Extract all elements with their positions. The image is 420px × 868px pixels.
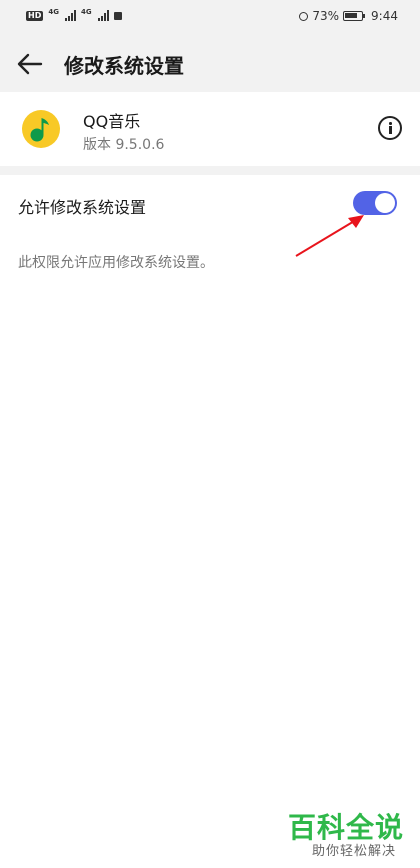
signal-2-label: 4G [80, 7, 92, 16]
arrow-left-icon [17, 53, 43, 75]
notification-icon [113, 11, 122, 20]
red-arrow-annotation-icon [295, 215, 364, 257]
info-icon[interactable] [378, 116, 402, 140]
status-left: HD 4G 4G [26, 7, 122, 21]
battery-icon [343, 11, 366, 21]
alarm-icon [299, 11, 309, 21]
signal-2-icon [97, 10, 109, 21]
setting-label: 允许修改系统设置 [18, 198, 147, 217]
signal-1-icon [64, 10, 76, 21]
section-divider [0, 166, 420, 175]
app-bar: 修改系统设置 [0, 34, 420, 92]
toggle-knob [375, 193, 395, 213]
watermark-subtitle: 助你轻松解决 [311, 844, 396, 859]
page-title: 修改系统设置 [64, 54, 184, 78]
setting-description: 此权限允许应用修改系统设置。 [18, 255, 214, 271]
status-bar: HD 4G 4G 73% 9:44 [0, 0, 420, 34]
qq-music-logo-icon [22, 110, 60, 148]
status-right: 73% 9:44 [299, 9, 398, 23]
signal-1-label: 4G [48, 7, 59, 16]
app-version: 版本 9.5.0.6 [83, 137, 165, 153]
battery-percent: 73% [312, 9, 340, 23]
music-note-icon [30, 118, 49, 142]
app-info-row: QQ音乐 版本 9.5.0.6 [0, 92, 420, 166]
status-time: 9:44 [371, 9, 398, 23]
hd-badge: HD [26, 10, 44, 21]
back-button[interactable] [14, 48, 46, 80]
app-name: QQ音乐 [83, 112, 141, 131]
